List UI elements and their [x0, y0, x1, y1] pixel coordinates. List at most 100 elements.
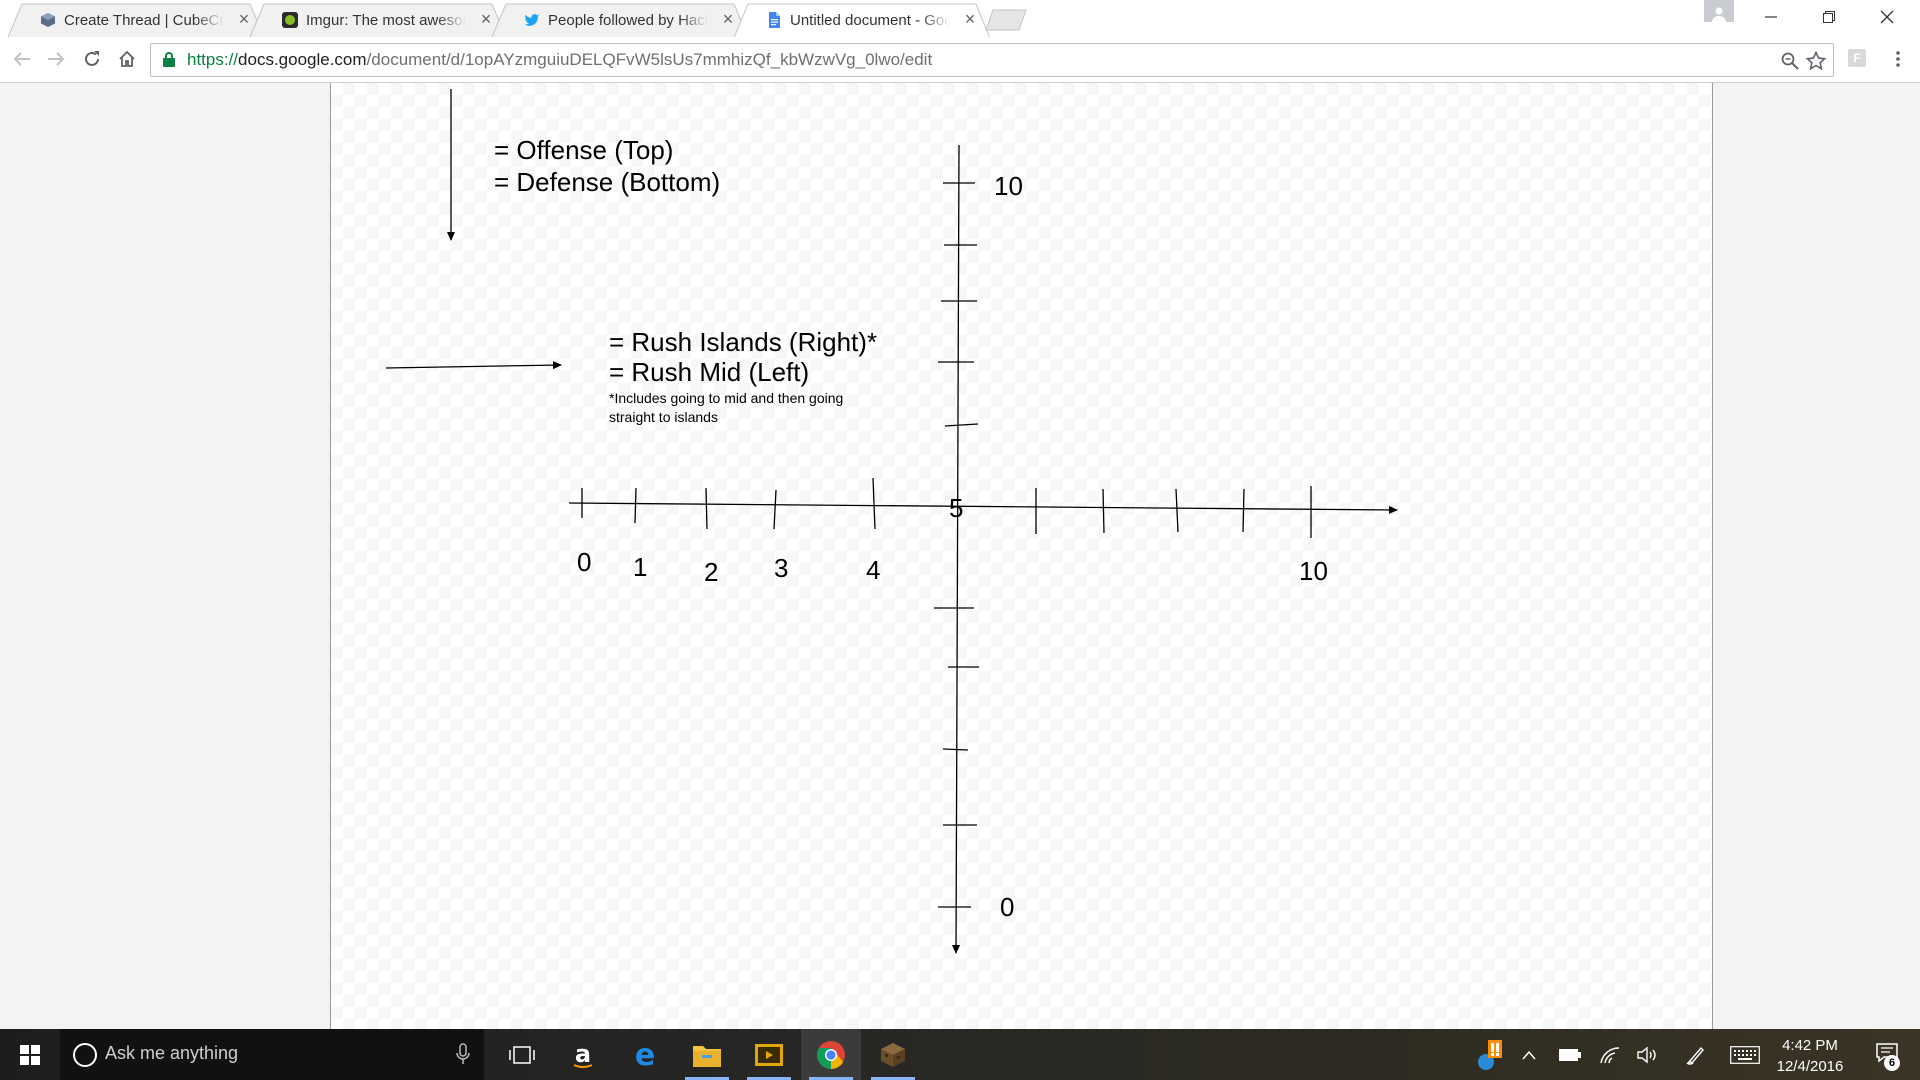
drawing-canvas[interactable]: = Offense (Top) = Defense (Bottom) = Rus… — [331, 83, 1712, 1029]
x-label-3: 3 — [774, 553, 788, 583]
close-icon — [1880, 10, 1894, 24]
reload-button[interactable] — [80, 47, 104, 71]
taskbar-media-player[interactable] — [739, 1029, 799, 1080]
windows-taskbar: Ask me anything a e 4:42 PM 12/4/2016 6 — [0, 1029, 1920, 1080]
star-icon — [1806, 51, 1826, 71]
x-label-4: 4 — [866, 555, 880, 585]
legend-defense-label: = Defense (Bottom) — [494, 167, 720, 197]
y-tick — [942, 748, 969, 751]
x-tick — [1102, 488, 1105, 534]
notification-count-badge: 6 — [1884, 1055, 1900, 1071]
chrome-icon — [817, 1040, 845, 1069]
action-center-button[interactable]: 6 — [1862, 1029, 1920, 1080]
system-clock[interactable]: 4:42 PM 12/4/2016 — [1764, 1035, 1856, 1077]
cortana-search-box[interactable]: Ask me anything — [60, 1029, 484, 1080]
x-label-2: 2 — [704, 557, 718, 587]
x-tick — [705, 487, 708, 530]
tab-title: People followed by Hacker — [548, 12, 708, 29]
tray-notification-app[interactable] — [1474, 1029, 1508, 1080]
microphone-icon[interactable] — [456, 1043, 470, 1065]
x-label-5: 5 — [949, 493, 963, 523]
url-scheme: https:// — [187, 50, 239, 69]
restore-icon — [1823, 11, 1835, 23]
arrow-right-icon — [48, 52, 65, 66]
media-player-icon — [755, 1043, 783, 1066]
footnote-line-2: straight to islands — [609, 409, 718, 425]
restore-button[interactable] — [1800, 0, 1858, 34]
reload-icon — [85, 51, 99, 66]
magnifier-icon — [1781, 52, 1799, 70]
legend-rush-islands-label: = Rush Islands (Right)* — [609, 327, 877, 357]
tab-strip: Create Thread | CubeCraft × Imgur: The m… — [0, 0, 1920, 37]
svg-text:e: e — [635, 1040, 655, 1070]
close-tab-icon[interactable]: × — [960, 9, 980, 29]
x-tick — [1175, 488, 1179, 533]
volume-button[interactable] — [1634, 1029, 1662, 1080]
profile-avatar-icon[interactable] — [1704, 0, 1734, 22]
bookmark-button[interactable] — [1805, 50, 1827, 72]
google-docs-icon — [769, 12, 780, 28]
more-vertical-icon — [1896, 51, 1900, 67]
legend-offense-label: = Offense (Top) — [494, 135, 673, 165]
browser-toolbar: https://docs.google.com/document/d/1opAY… — [0, 37, 1920, 83]
clock-date: 12/4/2016 — [1776, 1058, 1844, 1075]
home-button[interactable] — [115, 47, 139, 71]
cubecraft-icon — [41, 13, 55, 27]
start-button[interactable] — [0, 1029, 60, 1080]
pen-icon — [1686, 1046, 1704, 1065]
imgur-icon — [282, 12, 298, 28]
tab-twitter[interactable]: People followed by Hacker × — [492, 3, 748, 37]
taskbar-minecraft[interactable] — [863, 1029, 923, 1080]
chrome-menu-button[interactable] — [1890, 47, 1906, 71]
tab-imgur[interactable]: Imgur: The most awesome × — [250, 3, 506, 37]
folder-icon — [693, 1045, 721, 1067]
pen-workspace-button[interactable] — [1682, 1029, 1710, 1080]
task-view-icon — [509, 1045, 535, 1064]
horizontal-axis — [568, 502, 1398, 514]
twitter-icon — [524, 14, 539, 26]
x-tick — [872, 477, 876, 530]
taskbar-file-explorer[interactable] — [677, 1029, 737, 1080]
x-tick — [634, 487, 637, 524]
back-button[interactable] — [10, 47, 34, 71]
x-tick — [773, 489, 777, 530]
arrow-left-icon — [13, 52, 30, 66]
touch-keyboard-button[interactable] — [1728, 1029, 1762, 1080]
url-host: docs.google.com — [238, 50, 367, 69]
taskbar-chrome[interactable] — [801, 1029, 861, 1080]
taskbar-edge[interactable]: e — [615, 1029, 675, 1080]
minecraft-block-icon — [881, 1042, 905, 1067]
svg-text:a: a — [575, 1040, 591, 1068]
tab-title: Untitled document - Google Docs — [790, 12, 950, 29]
battery-button[interactable] — [1556, 1029, 1584, 1080]
document-page[interactable]: = Offense (Top) = Defense (Bottom) = Rus… — [330, 83, 1713, 1029]
chevron-up-icon — [1522, 1050, 1536, 1059]
url-path: /document/d/1opAYzmguiuDELQFvW5lsUs7mmhi… — [366, 50, 933, 69]
extension-icon[interactable]: F — [1848, 49, 1866, 67]
tab-cubecraft[interactable]: Create Thread | CubeCraft × — [8, 3, 264, 37]
wifi-icon — [1600, 1046, 1620, 1063]
y-label-bottom: 0 — [1000, 892, 1014, 922]
show-hidden-icons-button[interactable] — [1516, 1029, 1542, 1080]
y-label-top: 10 — [994, 171, 1023, 201]
x-label-10: 10 — [1299, 556, 1328, 586]
minimize-button[interactable] — [1742, 0, 1800, 34]
new-tab-button[interactable] — [984, 8, 1028, 32]
document-viewport[interactable]: = Offense (Top) = Defense (Bottom) = Rus… — [0, 83, 1920, 1029]
address-bar[interactable]: https://docs.google.com/document/d/1opAY… — [150, 43, 1834, 77]
keyboard-icon — [1730, 1045, 1760, 1064]
taskbar-amazon[interactable]: a — [553, 1029, 613, 1080]
windows-logo-icon — [20, 1044, 40, 1065]
close-window-button[interactable] — [1858, 0, 1916, 34]
tab-title: Create Thread | CubeCraft — [64, 12, 224, 29]
url-text: https://docs.google.com/document/d/1opAY… — [187, 50, 932, 70]
x-label-1: 1 — [633, 552, 647, 582]
x-tick — [1242, 488, 1245, 533]
zoom-button[interactable] — [1779, 50, 1801, 72]
wifi-button[interactable] — [1596, 1029, 1624, 1080]
vertical-axis — [952, 144, 961, 954]
forward-button[interactable] — [44, 47, 68, 71]
x-label-0: 0 — [577, 547, 591, 577]
task-view-button[interactable] — [492, 1029, 552, 1080]
tab-google-docs-active[interactable]: Untitled document - Google Docs × — [734, 3, 990, 37]
